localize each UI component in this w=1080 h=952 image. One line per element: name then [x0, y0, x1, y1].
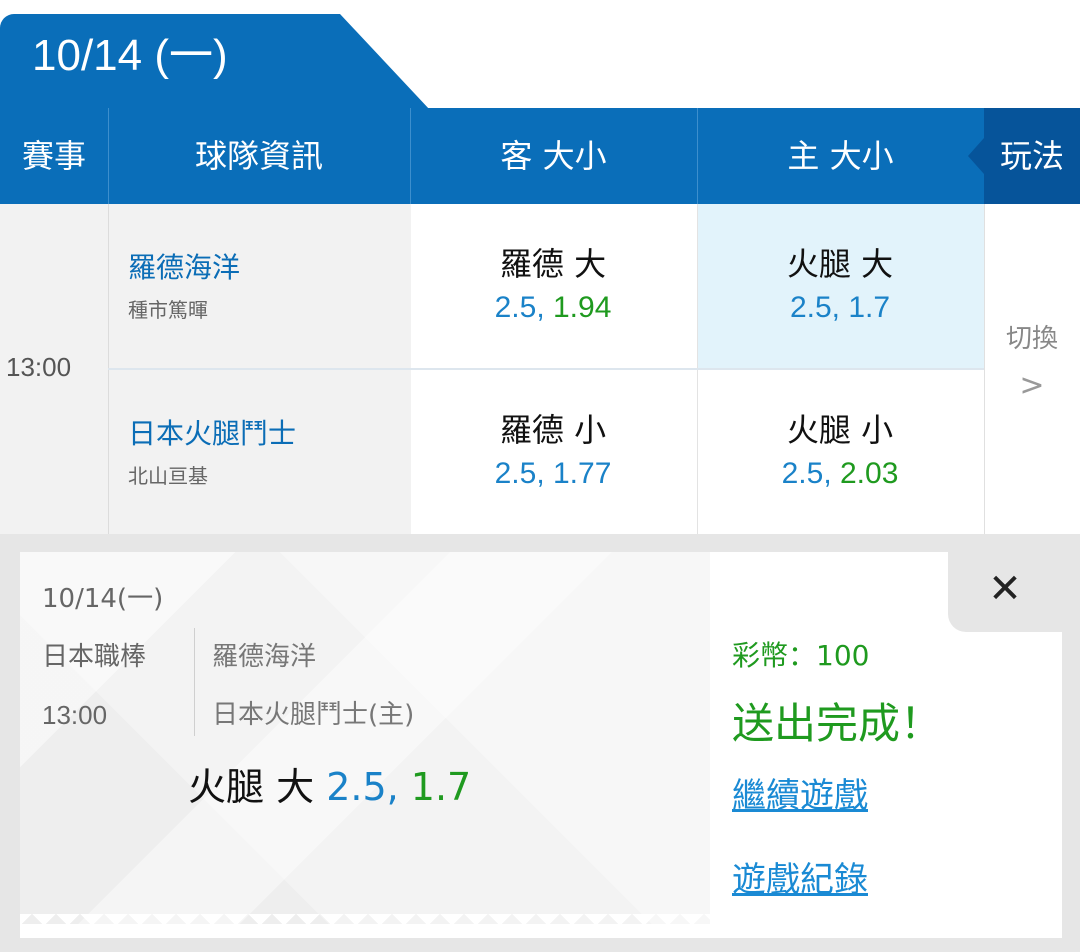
- play-tab-notch: [968, 138, 984, 174]
- ticket-time: 13:00: [42, 700, 108, 730]
- header-event: 賽事: [21, 137, 86, 175]
- chevron-right-icon[interactable]: >: [984, 368, 1080, 403]
- odds-value: 2.5, 2.03: [697, 454, 983, 494]
- odds-price: 1.7: [848, 291, 891, 324]
- ticket-away-team: 羅德海洋: [212, 642, 317, 672]
- ticket-pick-line: 2.5,: [326, 765, 399, 809]
- close-icon[interactable]: ✕: [948, 566, 1062, 612]
- header-team-info: 球隊資訊: [194, 137, 323, 175]
- ticket-date: 10/14(一): [42, 584, 164, 614]
- switch-label[interactable]: 切換: [984, 318, 1080, 355]
- ticket-pick-title: 火腿 大: [188, 765, 315, 809]
- game-history-link[interactable]: 遊戲紀錄: [732, 852, 868, 901]
- header-away-ou: 客 大小: [500, 137, 607, 175]
- odds-value: 2.5, 1.7: [697, 288, 983, 328]
- table-header: 賽事 球隊資訊 客 大小 主 大小 玩法: [0, 108, 1080, 204]
- ticket-pick-price: 1.7: [410, 765, 472, 809]
- odds-line: 2.5,: [789, 291, 840, 324]
- coin-balance: 彩幣：100: [732, 639, 870, 672]
- odds-price: 1.77: [553, 457, 612, 490]
- date-tab-label: 10/14 (一): [32, 31, 228, 80]
- odds-price: 2.03: [840, 457, 899, 490]
- odds-value: 2.5, 1.77: [410, 454, 696, 494]
- odds-title: 火腿 大: [786, 245, 894, 283]
- odds-title: 火腿 小: [786, 411, 894, 449]
- match-time: 13:00: [6, 352, 72, 382]
- ticket-league: 日本職棒: [42, 642, 147, 672]
- odds-away-over[interactable]: 羅德 大 2.5, 1.94: [410, 244, 696, 328]
- odds-value: 2.5, 1.94: [410, 288, 696, 328]
- header-play[interactable]: 玩法: [984, 108, 1080, 204]
- away-pitcher: 種市篤暉: [128, 298, 208, 322]
- home-team-name: 日本火腿鬥士: [128, 417, 297, 450]
- odds-title: 羅德 小: [499, 411, 607, 449]
- continue-game-link[interactable]: 繼續遊戲: [732, 768, 868, 817]
- away-team-name: 羅德海洋: [128, 251, 241, 284]
- odds-line: 2.5,: [494, 457, 545, 490]
- submit-status: 送出完成！: [732, 699, 943, 748]
- odds-price: 1.94: [553, 291, 612, 324]
- ticket-home-team: 日本火腿鬥士(主): [212, 700, 415, 730]
- ticket-pick: 火腿 大 2.5, 1.7: [188, 756, 471, 811]
- home-pitcher: 北山亘基: [128, 464, 208, 488]
- odds-home-over[interactable]: 火腿 大 2.5, 1.7: [697, 244, 983, 328]
- odds-title: 羅德 大: [499, 245, 607, 283]
- row-divider: [108, 368, 984, 370]
- header-home-ou: 主 大小: [787, 137, 894, 175]
- ticket-divider: [194, 628, 195, 736]
- odds-home-under[interactable]: 火腿 小 2.5, 2.03: [697, 410, 983, 494]
- odds-away-under[interactable]: 羅德 小 2.5, 1.77: [410, 410, 696, 494]
- odds-line: 2.5,: [781, 457, 832, 490]
- odds-line: 2.5,: [494, 291, 545, 324]
- ticket-bottom-strip: [20, 924, 710, 938]
